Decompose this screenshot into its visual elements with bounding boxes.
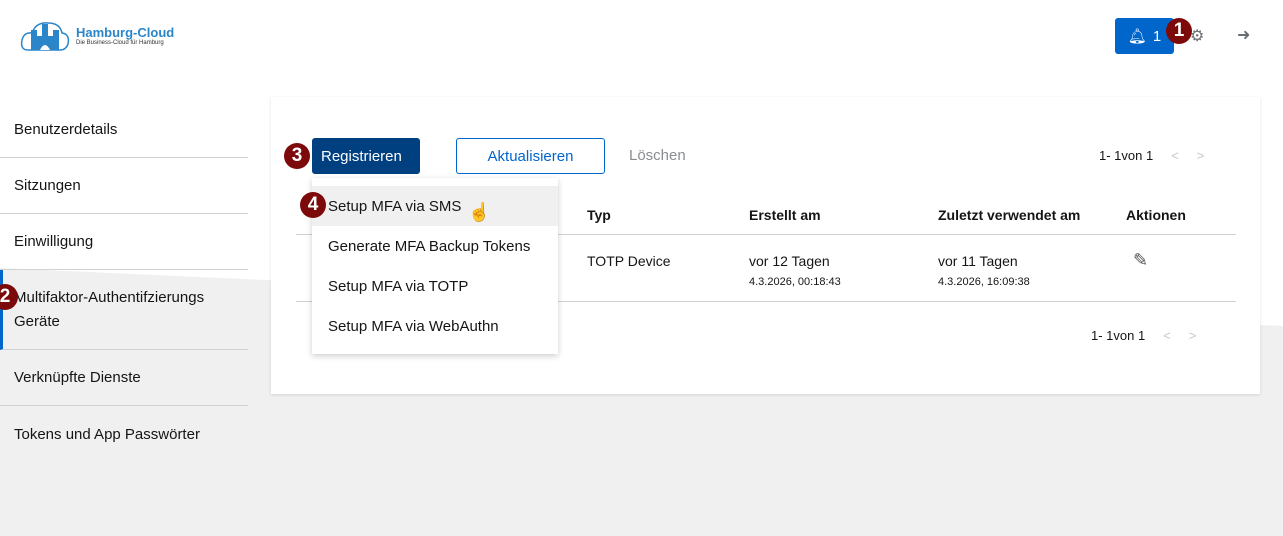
edit-icon[interactable]: ✎ [1133, 250, 1148, 271]
chevron-left-icon[interactable]: < [1163, 328, 1171, 343]
notifications-button[interactable]: 🔔︎ 1 [1115, 18, 1174, 54]
sidebar-item-linked-services[interactable]: Verknüpfte Dienste [0, 350, 248, 406]
pagination-top: 1- 1von 1 < > [1099, 148, 1204, 163]
pagination-info: 1- 1von 1 [1099, 148, 1154, 163]
register-dropdown-button[interactable]: Registrieren ▼ [312, 138, 430, 174]
menu-item-backup-tokens[interactable]: Generate MFA Backup Tokens [312, 226, 558, 266]
hand-cursor-icon: ☝ [468, 202, 491, 222]
column-header-created: Erstellt am [749, 207, 821, 223]
cell-last-used: vor 11 Tagen [938, 253, 1018, 269]
pagination-info: 1- 1von 1 [1091, 328, 1146, 343]
logo[interactable]: Hamburg-Cloud Die Business-Cloud für Ham… [20, 18, 174, 52]
logo-subtitle: Die Business-Cloud für Hamburg [76, 39, 164, 46]
menu-item-setup-webauthn[interactable]: Setup MFA via WebAuthn [312, 306, 558, 346]
logout-icon[interactable]: ➜ [1237, 25, 1250, 45]
logo-title: Hamburg-Cloud [76, 24, 175, 40]
register-label: Registrieren [321, 147, 402, 165]
gear-icon[interactable]: ⚙ [1190, 26, 1204, 46]
bell-icon: 🔔︎ [1127, 28, 1147, 45]
cell-created: vor 12 Tagen [749, 253, 830, 269]
cell-type: TOTP Device [587, 253, 671, 269]
chevron-right-icon[interactable]: > [1197, 148, 1205, 163]
column-header-actions: Aktionen [1126, 207, 1186, 223]
column-header-last-used: Zuletzt verwendet am [938, 207, 1081, 223]
cell-created-date: 4.3.2026, 00:18:43 [749, 276, 841, 288]
menu-item-setup-totp[interactable]: Setup MFA via TOTP [312, 266, 558, 306]
delete-button[interactable]: Löschen [629, 147, 686, 164]
chevron-left-icon[interactable]: < [1171, 148, 1179, 163]
caret-down-icon: ▼ [419, 150, 430, 162]
sidebar-item-einwilligung[interactable]: Einwilligung [0, 214, 248, 270]
register-dropdown-menu: Setup MFA via SMS Generate MFA Backup To… [312, 178, 558, 354]
menu-item-setup-sms[interactable]: Setup MFA via SMS [312, 186, 558, 226]
sidebar: Benutzerdetails Sitzungen Einwilligung M… [0, 102, 248, 462]
annotation-badge: 4 [300, 192, 326, 218]
annotation-badge: 1 [1166, 18, 1192, 44]
chevron-right-icon[interactable]: > [1189, 328, 1197, 343]
column-header-type: Typ [587, 207, 611, 223]
sidebar-item-sitzungen[interactable]: Sitzungen [0, 158, 248, 214]
sidebar-item-benutzerdetails[interactable]: Benutzerdetails [0, 102, 248, 158]
pagination-bottom: 1- 1von 1 < > [1091, 328, 1196, 343]
hamburg-castle-cloud-icon [20, 22, 70, 51]
notification-count: 1 [1152, 27, 1162, 45]
sidebar-item-mfa-devices[interactable]: Multifaktor-Authentifzierungs Geräte [0, 270, 248, 350]
refresh-button[interactable]: Aktualisieren [456, 138, 605, 174]
cell-last-used-date: 4.3.2026, 16:09:38 [938, 276, 1030, 288]
sidebar-item-tokens[interactable]: Tokens und App Passwörter [0, 406, 248, 462]
annotation-badge: 3 [284, 143, 310, 169]
